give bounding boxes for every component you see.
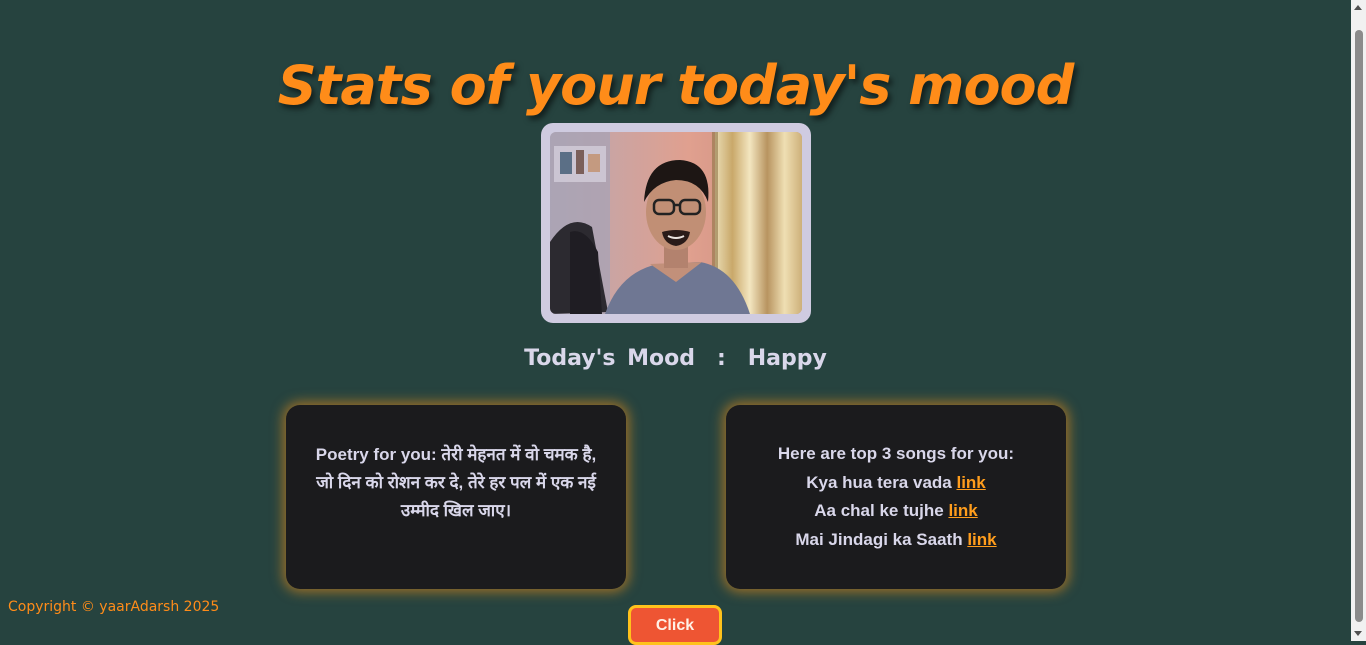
song-item: Mai Jindagi ka Saath link — [795, 526, 996, 555]
click-button[interactable]: Click — [628, 605, 722, 645]
song-item: Kya hua tera vada link — [806, 469, 986, 498]
songs-card: Here are top 3 songs for you: Kya hua te… — [726, 405, 1066, 589]
page-title: Stats of your today's mood — [277, 54, 1075, 118]
scroll-up-arrow-icon[interactable] — [1354, 5, 1362, 10]
webcam-photo — [550, 132, 802, 314]
copyright-text: Copyright © yaarAdarsh 2025 — [8, 599, 220, 615]
mood-line: Today's Mood: Happy — [0, 346, 1351, 371]
song-link[interactable]: link — [948, 501, 977, 520]
mood-value: Happy — [747, 346, 827, 371]
scroll-down-arrow-icon[interactable] — [1354, 631, 1362, 636]
song-title: Kya hua tera vada — [806, 472, 952, 492]
songs-heading: Here are top 3 songs for you: — [777, 444, 1015, 463]
song-link[interactable]: link — [956, 473, 985, 492]
photo-frame — [541, 123, 811, 323]
poetry-card: Poetry for you: तेरी मेहनत में वो चमक है… — [286, 405, 626, 589]
song-title: Mai Jindagi ka Saath — [795, 529, 963, 549]
scrollbar-thumb[interactable] — [1355, 30, 1363, 622]
mood-separator: : — [716, 346, 726, 371]
vertical-scrollbar[interactable] — [1351, 0, 1366, 641]
mood-label: Today's Mood — [524, 346, 695, 371]
song-link[interactable]: link — [967, 530, 996, 549]
song-title: Aa chal ke tujhe — [814, 501, 944, 520]
poetry-text: Poetry for you: तेरी मेहनत में वो चमक है… — [315, 445, 597, 520]
song-item: Aa chal ke tujhe link — [814, 497, 977, 526]
